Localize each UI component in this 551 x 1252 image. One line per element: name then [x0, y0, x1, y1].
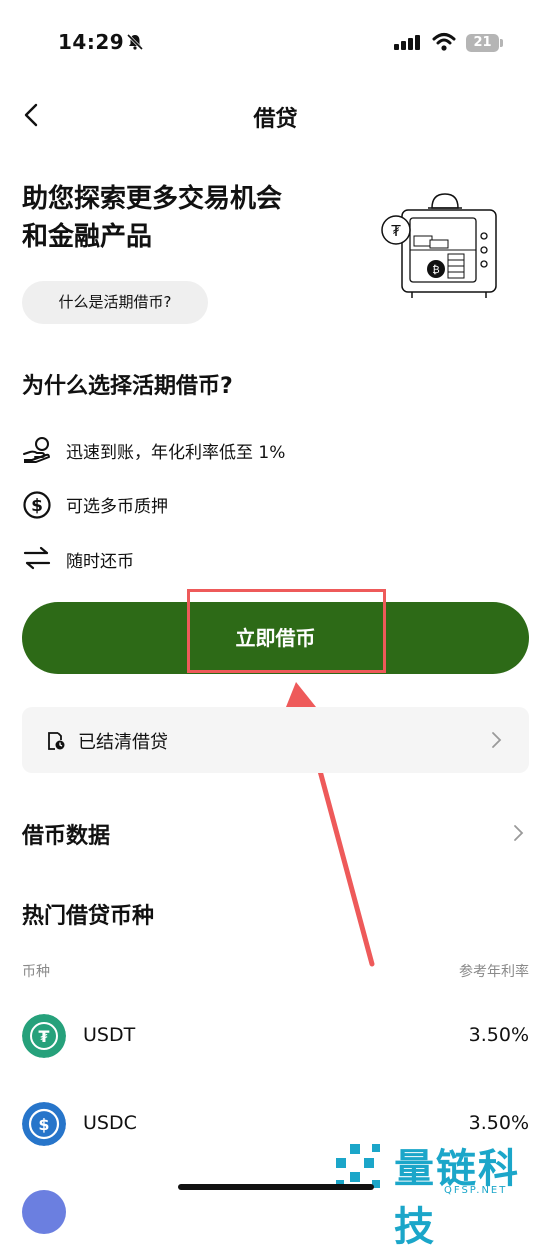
coin-name: USDT	[83, 1024, 136, 1046]
home-indicator[interactable]	[178, 1184, 374, 1190]
settled-loans-row[interactable]: 已结清借贷	[22, 707, 529, 773]
battery-tip	[500, 39, 503, 47]
hero-title-line1: 助您探索更多交易机会	[22, 184, 283, 214]
coin-name: USDC	[83, 1112, 137, 1134]
why-section-title: 为什么选择活期借币?	[22, 374, 233, 399]
watermark-subtext: QFSP.NET	[444, 1185, 508, 1196]
battery-level: 21	[466, 34, 499, 52]
popular-coins-title: 热门借贷币种	[22, 904, 155, 929]
svg-text:$: $	[38, 1115, 49, 1134]
svg-text:₮: ₮	[38, 1027, 49, 1046]
highlight-box	[187, 589, 386, 673]
chevron-right-icon	[492, 732, 502, 748]
vault-illustration-icon: ₿ ₮	[381, 193, 497, 298]
usdt-icon: ₮	[22, 1014, 66, 1058]
bell-muted-icon	[126, 33, 144, 51]
usdc-icon: $	[22, 1102, 66, 1146]
partial-coin-icon	[22, 1190, 66, 1234]
coin-rate: 3.50%	[468, 1112, 529, 1134]
status-time: 14:29	[58, 30, 125, 54]
coin-rate: 3.50%	[468, 1024, 529, 1046]
column-header-coin: 币种	[22, 964, 50, 980]
svg-text:₮: ₮	[391, 222, 401, 240]
svg-text:₿: ₿	[432, 264, 439, 276]
page-title: 借贷	[253, 107, 298, 132]
wifi-icon	[432, 33, 456, 51]
chevron-right-icon[interactable]	[512, 824, 524, 842]
loan-data-title[interactable]: 借币数据	[22, 818, 110, 850]
what-is-flexible-loan-button[interactable]: 什么是活期借币?	[22, 281, 208, 324]
hand-coin-icon	[23, 437, 50, 463]
signal-icon	[394, 35, 420, 50]
document-clock-icon	[48, 732, 65, 750]
feature-text-multi-collateral: 可选多币质押	[66, 497, 168, 517]
dollar-circle-icon: $	[23, 491, 51, 519]
column-header-rate: 参考年利率	[459, 964, 529, 980]
svg-text:$: $	[31, 496, 43, 516]
swap-arrows-icon	[23, 546, 51, 570]
hero-title-line2: 和金融产品	[22, 222, 153, 252]
feature-text-fast: 迅速到账，年化利率低至 1%	[66, 443, 286, 463]
settled-loans-label: 已结清借贷	[78, 732, 168, 753]
list-item[interactable]: ₮ USDT 3.50%	[0, 1010, 551, 1064]
feature-text-repay-anytime: 随时还币	[66, 552, 134, 572]
